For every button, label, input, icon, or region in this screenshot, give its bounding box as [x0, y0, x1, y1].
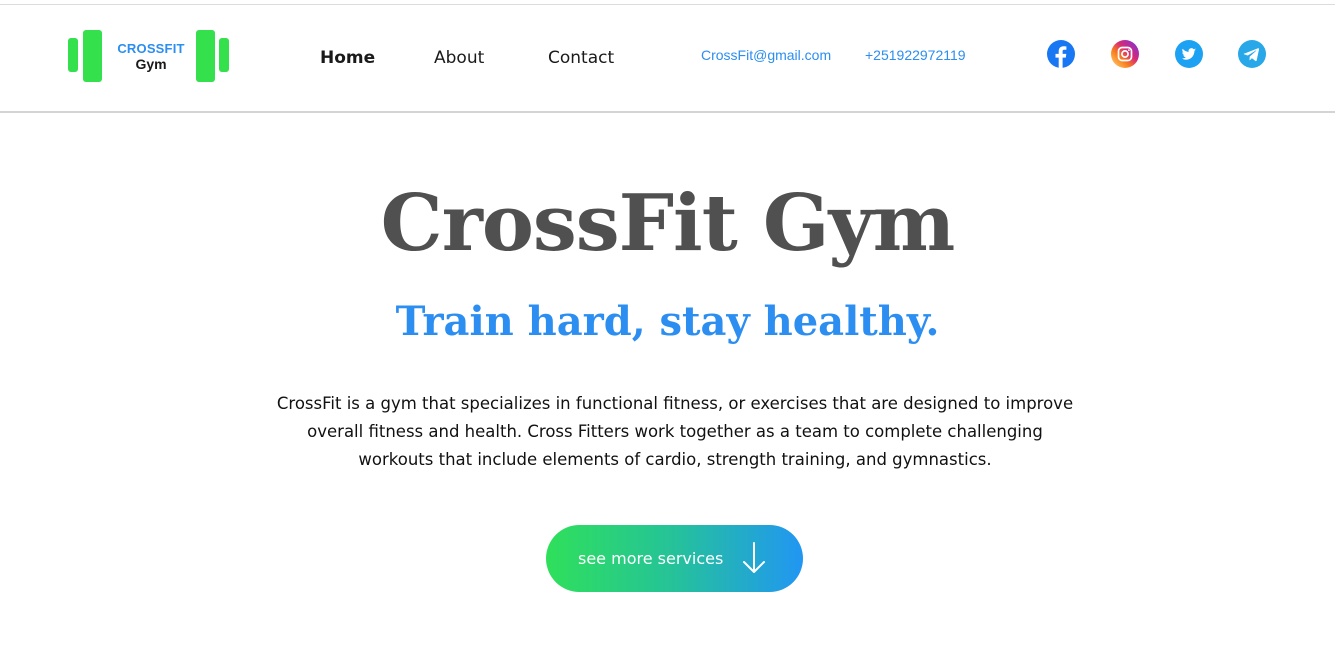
twitter-icon[interactable] — [1175, 40, 1203, 68]
logo[interactable]: CROSSFIT Gym — [68, 30, 230, 84]
logo-dumbbell-plate — [68, 38, 78, 72]
nav-about-link[interactable]: About — [434, 48, 484, 68]
logo-dumbbell-plate — [219, 38, 229, 72]
site-header: CROSSFIT Gym Home About Contact CrossFit… — [0, 5, 1335, 113]
cta-label: see more services — [578, 549, 724, 568]
telegram-icon[interactable] — [1238, 40, 1266, 68]
hero-subtitle: Train hard, stay healthy. — [395, 298, 940, 345]
facebook-icon[interactable] — [1047, 40, 1075, 68]
nav-contact-link[interactable]: Contact — [548, 48, 614, 68]
hero-description: CrossFit is a gym that specializes in fu… — [276, 394, 1074, 469]
see-more-services-button[interactable]: see more services — [546, 525, 803, 592]
nav-home-link[interactable]: Home — [320, 48, 375, 68]
contact-phone-link[interactable]: +251922972119 — [865, 47, 966, 63]
contact-email-link[interactable]: CrossFit@gmail.com — [701, 47, 831, 63]
logo-text-gym: Gym — [135, 56, 167, 72]
logo-dumbbell-plate — [83, 30, 102, 82]
logo-text-crossfit: CROSSFIT — [117, 41, 185, 56]
instagram-icon[interactable] — [1111, 40, 1139, 68]
logo-dumbbell-plate — [196, 30, 215, 82]
hero-title: CrossFit Gym — [380, 178, 956, 269]
arrow-down-icon — [742, 541, 766, 578]
